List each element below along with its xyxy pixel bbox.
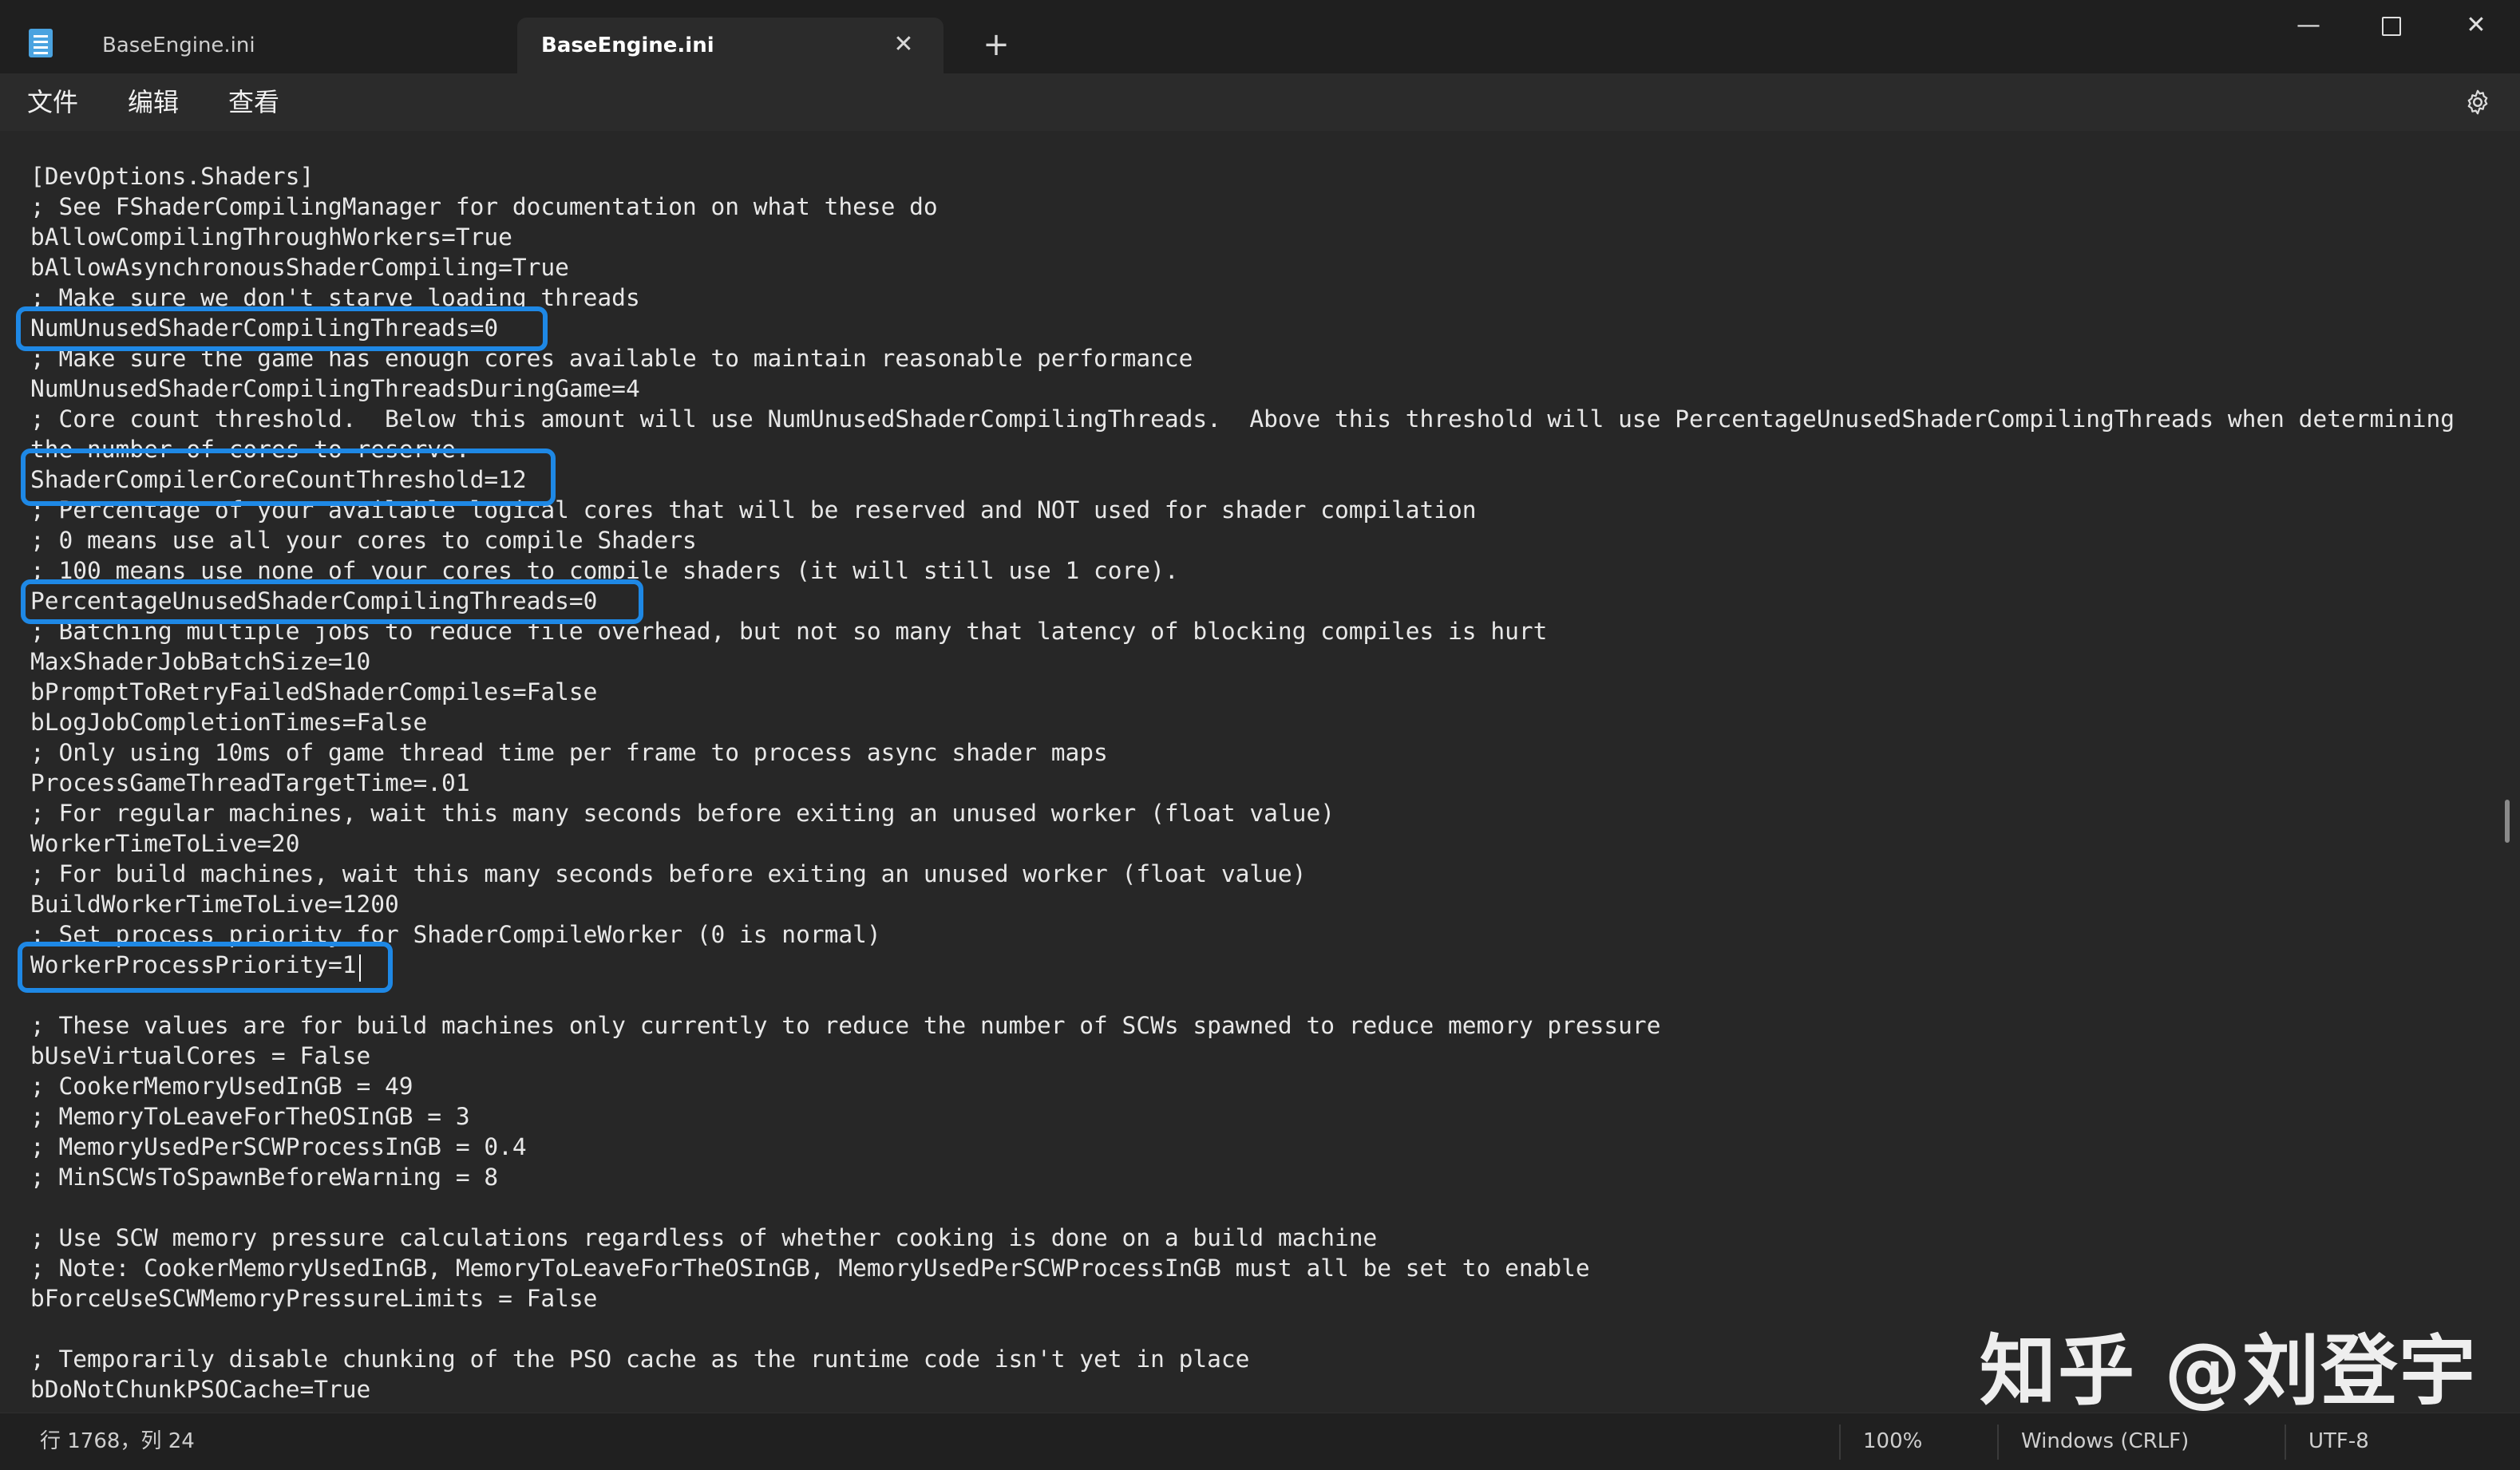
- status-divider: [1997, 1425, 1999, 1460]
- code-line: MaxShaderJobBatchSize=10: [30, 648, 371, 675]
- code-line: bForceUseSCWMemoryPressureLimits = False: [30, 1285, 598, 1312]
- vertical-scrollbar-thumb[interactable]: [2505, 800, 2510, 843]
- text-editor[interactable]: [DevOptions.Shaders] ; See FShaderCompil…: [0, 131, 2520, 1413]
- code-line: NumUnusedShaderCompilingThreadsDuringGam…: [30, 375, 640, 402]
- code-line: ; Use SCW memory pressure calculations r…: [30, 1224, 1378, 1251]
- line-ending[interactable]: Windows (CRLF): [2021, 1413, 2189, 1470]
- menu-view[interactable]: 查看: [228, 73, 279, 131]
- tab-baseengine-2-active[interactable]: BaseEngine.ini ✕: [517, 18, 944, 73]
- encoding[interactable]: UTF-8: [2308, 1413, 2369, 1470]
- zhihu-watermark: 知乎 @刘登宇: [1980, 1326, 2478, 1413]
- code-line: BuildWorkerTimeToLive=1200: [30, 891, 399, 918]
- code-line: ; See FShaderCompilingManager for docume…: [30, 193, 938, 220]
- tab-close-icon[interactable]: ✕: [888, 18, 920, 73]
- code-line: ; MinSCWsToSpawnBeforeWarning = 8: [30, 1164, 499, 1191]
- menu-edit[interactable]: 编辑: [128, 73, 179, 131]
- status-divider: [2285, 1425, 2286, 1460]
- status-divider: [1839, 1425, 1841, 1460]
- code-line: ; For regular machines, wait this many s…: [30, 800, 1335, 827]
- code-line: ; 0 means use all your cores to compile …: [30, 527, 697, 554]
- cursor-position: 行 1768，列 24: [40, 1429, 195, 1453]
- code-line: [DevOptions.Shaders]: [30, 163, 315, 190]
- code-line: bPromptToRetryFailedShaderCompiles=False: [30, 678, 598, 705]
- highlight-box: [21, 579, 643, 624]
- code-line: ProcessGameThreadTargetTime=.01: [30, 769, 470, 796]
- code-line: WorkerTimeToLive=20: [30, 830, 300, 857]
- highlight-box: [18, 942, 393, 993]
- notepad-app-icon: [29, 29, 53, 57]
- maximize-icon: [2382, 16, 2401, 36]
- code-line: ; Temporarily disable chunking of the PS…: [30, 1346, 1250, 1373]
- code-line: ; These values are for build machines on…: [30, 1012, 1661, 1039]
- code-line: bAllowCompilingThroughWorkers=True: [30, 223, 512, 251]
- code-line: ; Note: CookerMemoryUsedInGB, MemoryToLe…: [30, 1255, 1590, 1282]
- highlight-box: [21, 449, 556, 506]
- code-line: ; CookerMemoryUsedInGB = 49: [30, 1073, 413, 1100]
- code-line: ; MemoryUsedPerSCWProcessInGB = 0.4: [30, 1133, 527, 1160]
- tab-label: BaseEngine.ini: [102, 34, 255, 57]
- minimize-button[interactable]: —: [2267, 0, 2350, 51]
- code-line: ; MemoryToLeaveForTheOSInGB = 3: [30, 1103, 470, 1130]
- highlight-box: [16, 306, 548, 351]
- code-line: bUseVirtualCores = False: [30, 1042, 371, 1069]
- code-line: bAllowAsynchronousShaderCompiling=True: [30, 254, 569, 281]
- status-bar: 行 1768，列 24 100% Windows (CRLF) UTF-8: [0, 1413, 2520, 1470]
- close-window-button[interactable]: ✕: [2435, 0, 2518, 51]
- new-tab-button[interactable]: +: [974, 18, 1019, 73]
- text-caret: [359, 954, 361, 982]
- zoom-level[interactable]: 100%: [1863, 1413, 1922, 1470]
- title-bar: BaseEngine.ini BaseEngine.ini ✕ + — ✕: [0, 0, 2520, 73]
- maximize-button[interactable]: [2350, 0, 2433, 51]
- gear-icon[interactable]: [2463, 88, 2492, 117]
- code-line: ; Core count threshold. Below this amoun…: [30, 405, 2455, 433]
- menu-file[interactable]: 文件: [27, 73, 78, 131]
- code-line: ; For build machines, wait this many sec…: [30, 860, 1307, 887]
- code-line: bDoNotChunkPSOCache=True: [30, 1376, 371, 1403]
- tab-baseengine-1[interactable]: BaseEngine.ini: [78, 18, 509, 73]
- tab-label: BaseEngine.ini: [541, 34, 714, 57]
- code-line: ; Only using 10ms of game thread time pe…: [30, 739, 1108, 766]
- menu-bar: 文件 编辑 查看: [0, 73, 2520, 131]
- code-line: bLogJobCompletionTimes=False: [30, 709, 428, 736]
